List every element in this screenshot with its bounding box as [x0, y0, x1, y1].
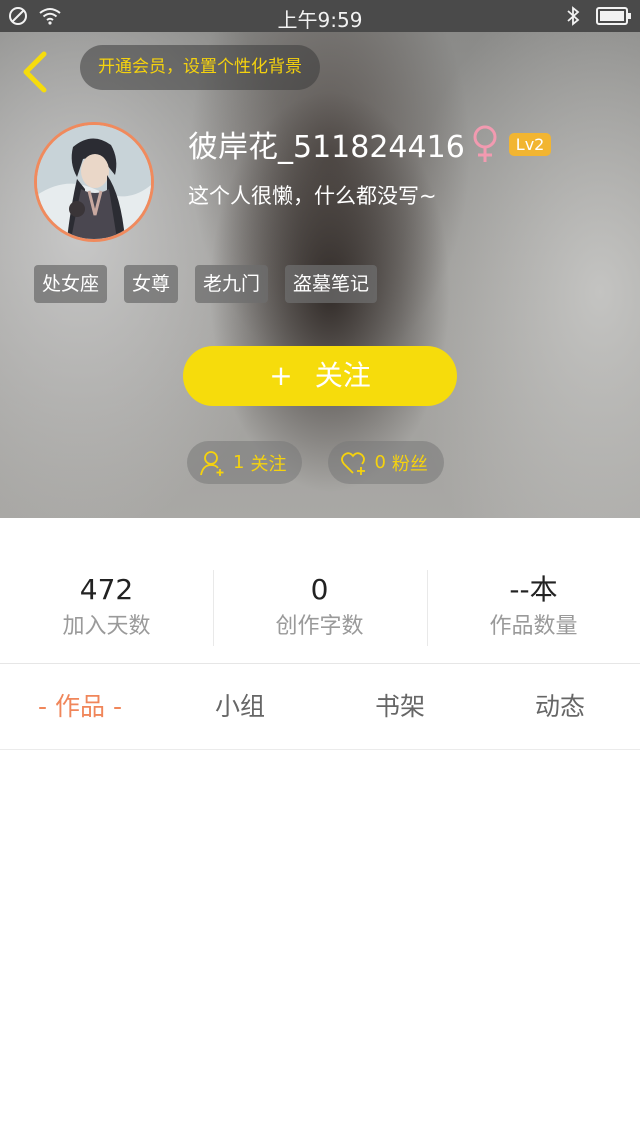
tab-content-area — [0, 751, 640, 1138]
bluetooth-icon — [567, 6, 580, 26]
stat-works-count: --本 作品数量 — [427, 570, 640, 644]
following-count-button[interactable]: 1 关注 — [187, 441, 303, 484]
fans-count: 0 — [374, 452, 386, 473]
stat-value: --本 — [509, 573, 558, 606]
stats-panel: 472 加入天数 0 创作字数 --本 作品数量 — [0, 518, 640, 664]
stat-label: 加入天数 — [62, 614, 151, 639]
tag-item[interactable]: 老九门 — [195, 265, 269, 303]
tag-item[interactable]: 盗墓笔记 — [285, 265, 378, 303]
stat-days-joined: 472 加入天数 — [0, 570, 213, 644]
fans-count-button[interactable]: 0 粉丝 — [328, 441, 444, 484]
avatar[interactable] — [34, 122, 154, 242]
following-count: 1 — [233, 452, 245, 473]
heart-plus-icon — [341, 451, 366, 475]
status-bar: 上午9:59 — [0, 0, 640, 32]
level-badge: Lv2 — [508, 132, 552, 156]
vip-background-prompt[interactable]: 开通会员，设置个性化背景 — [80, 45, 320, 90]
tag-list: 处女座 女尊 老九门 盗墓笔记 — [34, 265, 378, 303]
tab-bookshelf[interactable]: 书架 — [320, 664, 480, 750]
add-user-icon — [200, 450, 224, 476]
plus-icon: + — [269, 359, 293, 392]
follow-button-label: 关注 — [314, 359, 371, 392]
tag-item[interactable]: 处女座 — [34, 265, 108, 303]
social-counts: 1 关注 0 粉丝 — [187, 441, 444, 484]
stat-value: 472 — [79, 573, 134, 606]
tab-activity[interactable]: 动态 — [480, 664, 640, 750]
stat-words-written: 0 创作字数 — [213, 570, 426, 644]
following-label: 关注 — [250, 453, 287, 475]
tab-groups[interactable]: 小组 — [160, 664, 320, 750]
stat-value: 0 — [310, 573, 329, 606]
username-row: 彼岸花_511824416 Lv2 — [188, 120, 552, 168]
back-button[interactable] — [18, 50, 52, 94]
status-right-icons — [566, 6, 632, 26]
fans-label: 粉丝 — [391, 453, 428, 475]
battery-icon — [596, 7, 631, 25]
tab-works[interactable]: 作品 — [0, 664, 160, 750]
tag-item[interactable]: 女尊 — [124, 265, 179, 303]
female-gender-icon — [473, 125, 497, 162]
profile-header: 开通会员，设置个性化背景 彼岸花_511824416 Lv2 这个人很懒，什么都… — [0, 32, 640, 518]
status-time: 上午9:59 — [277, 8, 363, 32]
bio-text: 这个人很懒，什么都没写~ — [188, 184, 437, 208]
stat-label: 创作字数 — [275, 614, 364, 639]
chevron-left-icon — [23, 51, 47, 93]
profile-tabs: 作品 小组 书架 动态 — [0, 664, 640, 750]
username: 彼岸花_511824416 — [188, 130, 465, 165]
stat-label: 作品数量 — [489, 614, 578, 639]
avatar-illustration — [37, 125, 151, 239]
follow-button[interactable]: + 关注 — [183, 346, 457, 406]
